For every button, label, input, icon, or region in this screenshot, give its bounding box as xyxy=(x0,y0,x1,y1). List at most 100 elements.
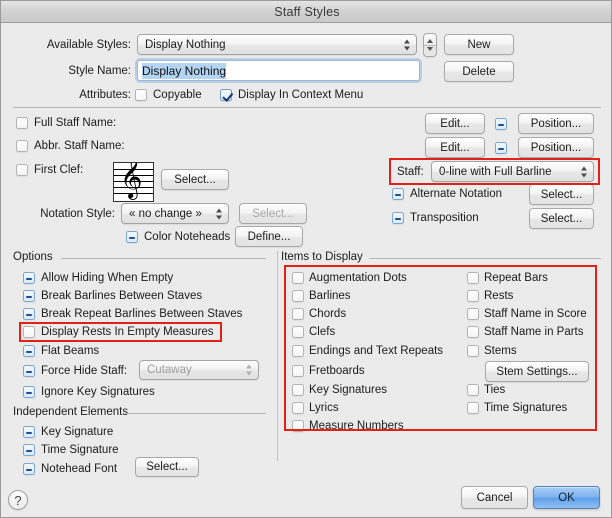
style-name-label: Style Name: xyxy=(68,65,131,77)
available-styles-stepper[interactable] xyxy=(423,33,437,57)
key-signatures-label: Key Signatures xyxy=(309,384,387,396)
full-staff-name-edit-button[interactable]: Edit... xyxy=(425,113,485,134)
first-clef-checkbox[interactable] xyxy=(16,164,28,176)
transposition-label: Transposition xyxy=(410,212,479,224)
notehead-font-select-button[interactable]: Select... xyxy=(135,457,199,477)
lyrics-label: Lyrics xyxy=(309,402,339,414)
fretboards-checkbox[interactable] xyxy=(292,365,304,377)
available-styles-label: Available Styles: xyxy=(46,39,131,51)
time-signatures-checkbox[interactable] xyxy=(467,402,479,414)
repeat-bars-label: Repeat Bars xyxy=(484,272,548,284)
style-name-input[interactable]: Display Nothing xyxy=(137,60,420,81)
endings-and-text-repeats-label: Endings and Text Repeats xyxy=(309,345,444,357)
display-rests-in-empty-measures-checkbox[interactable] xyxy=(23,326,35,338)
abbr-staff-name-edit-button[interactable]: Edit... xyxy=(425,137,485,158)
staff-styles-dialog: Staff Styles Available Styles: Display N… xyxy=(0,0,612,518)
clefs-checkbox[interactable] xyxy=(292,326,304,338)
help-button[interactable]: ? xyxy=(8,490,28,510)
transposition-select-button[interactable]: Select... xyxy=(529,208,594,229)
flat-beams-label: Flat Beams xyxy=(41,345,100,357)
endings-and-text-repeats-checkbox[interactable] xyxy=(292,345,304,357)
available-styles-value: Display Nothing xyxy=(145,38,226,51)
stem-settings-button[interactable]: Stem Settings... xyxy=(485,361,589,382)
new-button[interactable]: New xyxy=(444,34,514,55)
first-clef-select-button[interactable]: Select... xyxy=(161,169,229,190)
column-divider xyxy=(277,251,278,461)
key-signature-checkbox[interactable] xyxy=(23,426,35,438)
stem-settings-label: Stem Settings... xyxy=(496,365,578,378)
measure-numbers-checkbox[interactable] xyxy=(292,420,304,432)
notehead-font-select-label: Select... xyxy=(146,461,188,473)
allow-hiding-when-empty-checkbox[interactable] xyxy=(23,272,35,284)
cancel-button[interactable]: Cancel xyxy=(461,486,528,509)
items-to-display-group-label: Items to Display xyxy=(281,251,363,263)
key-signatures-checkbox[interactable] xyxy=(292,384,304,396)
rests-label: Rests xyxy=(484,290,514,302)
abbr-staff-name-position-button[interactable]: Position... xyxy=(518,137,594,158)
chords-checkbox[interactable] xyxy=(292,308,304,320)
copyable-checkbox[interactable] xyxy=(135,89,147,101)
augmentation-dots-checkbox[interactable] xyxy=(292,272,304,284)
first-clef-select-label: Select... xyxy=(174,173,216,186)
notation-style-select-label: Select... xyxy=(252,207,294,220)
transposition-checkbox[interactable] xyxy=(392,212,404,224)
staff-name-in-parts-label: Staff Name in Parts xyxy=(484,326,584,338)
notation-style-select-button[interactable]: Select... xyxy=(239,203,307,224)
abbr-staff-name-checkbox[interactable] xyxy=(16,140,28,152)
time-signature-checkbox[interactable] xyxy=(23,444,35,456)
full-staff-name-checkbox[interactable] xyxy=(16,117,28,129)
full-staff-name-position-button[interactable]: Position... xyxy=(518,113,594,134)
color-noteheads-label: Color Noteheads xyxy=(144,231,231,243)
ties-checkbox[interactable] xyxy=(467,384,479,396)
barlines-checkbox[interactable] xyxy=(292,290,304,302)
stepper-divider xyxy=(424,45,436,46)
staff-name-in-score-checkbox[interactable] xyxy=(467,308,479,320)
break-barlines-between-staves-checkbox[interactable] xyxy=(23,290,35,302)
alternate-notation-select-button[interactable]: Select... xyxy=(529,184,594,205)
color-noteheads-define-button[interactable]: Define... xyxy=(235,226,303,247)
color-noteheads-checkbox[interactable] xyxy=(126,231,138,243)
lyrics-checkbox[interactable] xyxy=(292,402,304,414)
ignore-key-signatures-checkbox[interactable] xyxy=(23,386,35,398)
fretboards-label: Fretboards xyxy=(309,365,365,377)
full-staff-name-position-checkbox[interactable] xyxy=(495,118,507,130)
notehead-font-checkbox[interactable] xyxy=(23,463,35,475)
options-group-label: Options xyxy=(13,251,53,263)
transposition-select-label: Select... xyxy=(540,212,583,225)
display-in-context-menu-checkbox[interactable] xyxy=(220,89,232,101)
force-hide-staff-popup[interactable]: Cutaway xyxy=(139,360,259,380)
alternate-notation-checkbox[interactable] xyxy=(392,188,404,200)
first-clef-preview[interactable]: 𝄞 xyxy=(113,162,154,202)
time-signatures-label: Time Signatures xyxy=(484,402,568,414)
define-button-label: Define... xyxy=(247,230,291,243)
abbr-staff-name-position-checkbox[interactable] xyxy=(495,142,507,154)
repeat-bars-checkbox[interactable] xyxy=(467,272,479,284)
measure-numbers-label: Measure Numbers xyxy=(309,420,404,432)
staff-type-popup[interactable]: 0-line with Full Barline xyxy=(431,161,594,182)
staff-type-value: 0-line with Full Barline xyxy=(439,165,552,178)
ok-button[interactable]: OK xyxy=(533,486,600,509)
items-to-display-group-rule xyxy=(369,258,601,259)
notehead-font-label: Notehead Font xyxy=(41,463,118,475)
staff-name-in-score-label: Staff Name in Score xyxy=(484,308,587,320)
stems-checkbox[interactable] xyxy=(467,345,479,357)
staff-name-in-parts-checkbox[interactable] xyxy=(467,326,479,338)
break-repeat-barlines-between-staves-checkbox[interactable] xyxy=(23,308,35,320)
available-styles-popup[interactable]: Display Nothing xyxy=(137,34,417,55)
full-staff-name-label: Full Staff Name: xyxy=(34,117,117,129)
time-signature-label: Time Signature xyxy=(41,444,119,456)
edit-button-label: Edit... xyxy=(440,117,470,130)
updown-arrows-icon xyxy=(216,207,223,220)
staff-label: Staff: xyxy=(397,166,424,178)
notation-style-popup[interactable]: « no change » xyxy=(121,203,229,224)
display-rests-in-empty-measures-label: Display Rests In Empty Measures xyxy=(41,326,214,338)
help-button-label: ? xyxy=(14,492,22,508)
ties-label: Ties xyxy=(484,384,506,396)
force-hide-staff-label: Force Hide Staff: xyxy=(41,365,128,377)
flat-beams-checkbox[interactable] xyxy=(23,345,35,357)
ok-button-label: OK xyxy=(558,491,575,504)
force-hide-staff-checkbox[interactable] xyxy=(23,365,35,377)
rests-checkbox[interactable] xyxy=(467,290,479,302)
delete-button[interactable]: Delete xyxy=(444,61,514,82)
updown-arrows-icon xyxy=(404,38,411,51)
